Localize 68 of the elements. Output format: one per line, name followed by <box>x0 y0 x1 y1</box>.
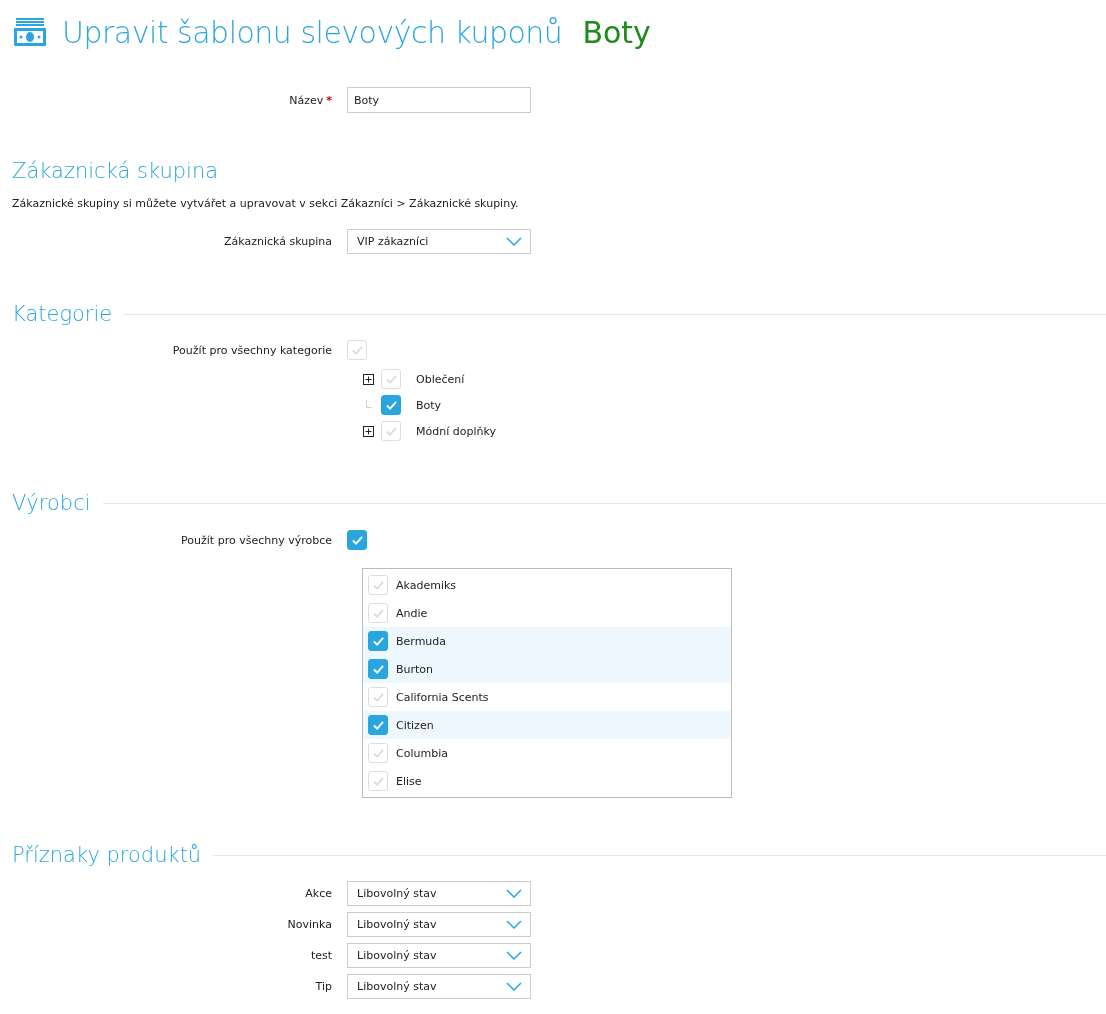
category-label: Boty <box>416 398 442 412</box>
field-label: Novinka <box>287 918 332 931</box>
flag-select[interactable]: Libovolný stav <box>347 881 531 906</box>
manufacturer-row[interactable]: Akademiks <box>363 571 731 599</box>
category-label: Oblečení <box>416 372 465 386</box>
check-icon <box>371 663 385 675</box>
category-label: Módní doplňky <box>416 424 496 438</box>
manufacturer-row[interactable]: Columbia <box>363 739 731 767</box>
checkbox[interactable] <box>368 659 388 679</box>
manufacturer-label: Burton <box>396 662 434 676</box>
section-description: Zákaznické skupiny si můžete vytvářet a upravovat v sekci Zákazníci > Zákaznické skupiny. <box>12 197 520 210</box>
manufacturer-label: California Scents <box>396 690 489 704</box>
chevron-down-icon <box>506 920 522 929</box>
field-label: Použít pro všechny kategorie <box>172 343 332 357</box>
check-icon <box>371 691 385 703</box>
field-label: Tip <box>315 980 332 993</box>
coupon-name: Boty <box>582 14 651 50</box>
section-heading: Kategorie <box>12 302 113 326</box>
chevron-down-icon <box>506 951 522 960</box>
section-heading: Příznaky produktů <box>12 843 202 867</box>
required-mark: * <box>326 93 332 107</box>
field-label: Název <box>289 93 324 107</box>
check-icon <box>371 775 385 787</box>
money-stack-icon <box>12 16 48 48</box>
field-label: Akce <box>305 887 332 900</box>
field-label: Použít pro všechny výrobce <box>181 533 332 547</box>
checkbox[interactable] <box>347 530 367 550</box>
manufacturer-row[interactable]: Burton <box>363 655 731 683</box>
flag-select[interactable]: Libovolný stav <box>347 943 531 968</box>
customer-group-select[interactable]: VIP zákazníci <box>347 229 531 254</box>
manufacturer-label: Andie <box>396 606 428 620</box>
section-heading: Výrobci <box>12 491 91 515</box>
check-icon <box>384 425 398 437</box>
manufacturer-row[interactable]: Citizen <box>363 711 731 739</box>
check-icon <box>371 747 385 759</box>
manufacturer-label: Akademiks <box>396 578 457 592</box>
check-icon <box>350 344 364 356</box>
check-icon <box>350 534 364 546</box>
field-label: test <box>310 949 332 962</box>
checkbox[interactable] <box>368 631 388 651</box>
manufacturer-label: Bermuda <box>396 634 447 648</box>
section-heading: Zákaznická skupina <box>12 159 220 183</box>
expand-icon[interactable] <box>363 373 374 385</box>
manufacturer-row[interactable]: Andie <box>363 599 731 627</box>
manufacturer-label: Elise <box>396 774 422 788</box>
manufacturer-label: Citizen <box>396 718 434 732</box>
flag-select[interactable]: Libovolný stav <box>347 974 531 999</box>
check-icon <box>371 607 385 619</box>
manufacturer-row[interactable]: Elise <box>363 767 731 795</box>
field-label: Zákaznická skupina <box>224 235 332 248</box>
manufacturer-label: Columbia <box>396 746 448 760</box>
expand-icon[interactable] <box>363 425 374 437</box>
checkbox[interactable] <box>381 395 401 415</box>
chevron-down-icon <box>506 237 522 246</box>
chevron-down-icon <box>506 982 522 991</box>
check-icon <box>371 719 385 731</box>
check-icon <box>384 399 398 411</box>
checkbox[interactable] <box>368 715 388 735</box>
manufacturer-row[interactable]: Bermuda <box>363 627 731 655</box>
chevron-down-icon <box>506 889 522 898</box>
page-title: Upravit šablonu slevových kuponů <box>62 14 563 50</box>
name-input[interactable]: Boty <box>347 87 531 113</box>
tree-connector <box>363 399 374 411</box>
manufacturer-row[interactable]: California Scents <box>363 683 731 711</box>
check-icon <box>371 579 385 591</box>
check-icon <box>384 373 398 385</box>
flag-select[interactable]: Libovolný stav <box>347 912 531 937</box>
check-icon <box>371 635 385 647</box>
